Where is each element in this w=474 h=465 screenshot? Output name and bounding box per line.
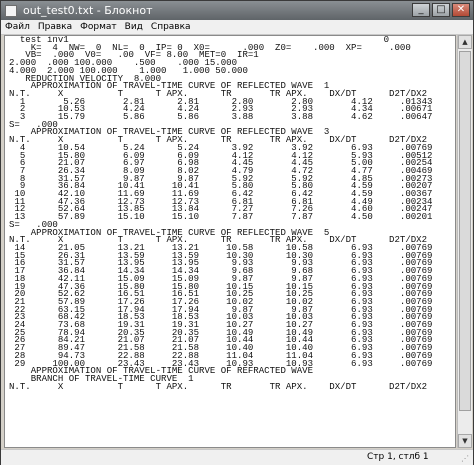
window-controls: _ □ ✕: [412, 3, 470, 17]
document-text[interactable]: test inv1 0 K= 4 NW= 0 NL= 0 IP= 0 X0= .…: [5, 36, 455, 391]
text-editor-area[interactable]: test inv1 0 K= 4 NW= 0 NL= 0 IP= 0 X0= .…: [4, 35, 456, 448]
menu-view[interactable]: Вид: [121, 22, 147, 32]
scrollbar-thumb[interactable]: [459, 51, 471, 411]
notepad-icon[interactable]: [5, 4, 17, 17]
minimize-button[interactable]: _: [412, 3, 430, 17]
menu-edit[interactable]: Правка: [34, 22, 76, 32]
menu-help[interactable]: Справка: [147, 22, 195, 32]
title-bar[interactable]: out_test0.txt - Блокнот _ □ ✕: [1, 1, 473, 20]
resize-grip-icon[interactable]: ⋰: [461, 454, 471, 464]
notepad-window: out_test0.txt - Блокнот _ □ ✕ Файл Правк…: [0, 0, 474, 465]
scroll-up-arrow-icon[interactable]: ▲: [458, 35, 472, 49]
cursor-position: Стр 1, стлб 1: [367, 452, 429, 462]
menu-format[interactable]: Формат: [76, 22, 121, 32]
menu-file[interactable]: Файл: [1, 22, 34, 32]
maximize-button[interactable]: □: [432, 3, 450, 17]
status-bar: Стр 1, стлб 1 ⋰: [1, 449, 473, 465]
window-title: out_test0.txt - Блокнот: [23, 4, 153, 17]
scroll-down-arrow-icon[interactable]: ▼: [458, 434, 472, 448]
menu-bar: Файл Правка Формат Вид Справка: [1, 20, 473, 35]
close-button[interactable]: ✕: [452, 3, 470, 17]
vertical-scrollbar[interactable]: ▲ ▼: [457, 35, 472, 448]
